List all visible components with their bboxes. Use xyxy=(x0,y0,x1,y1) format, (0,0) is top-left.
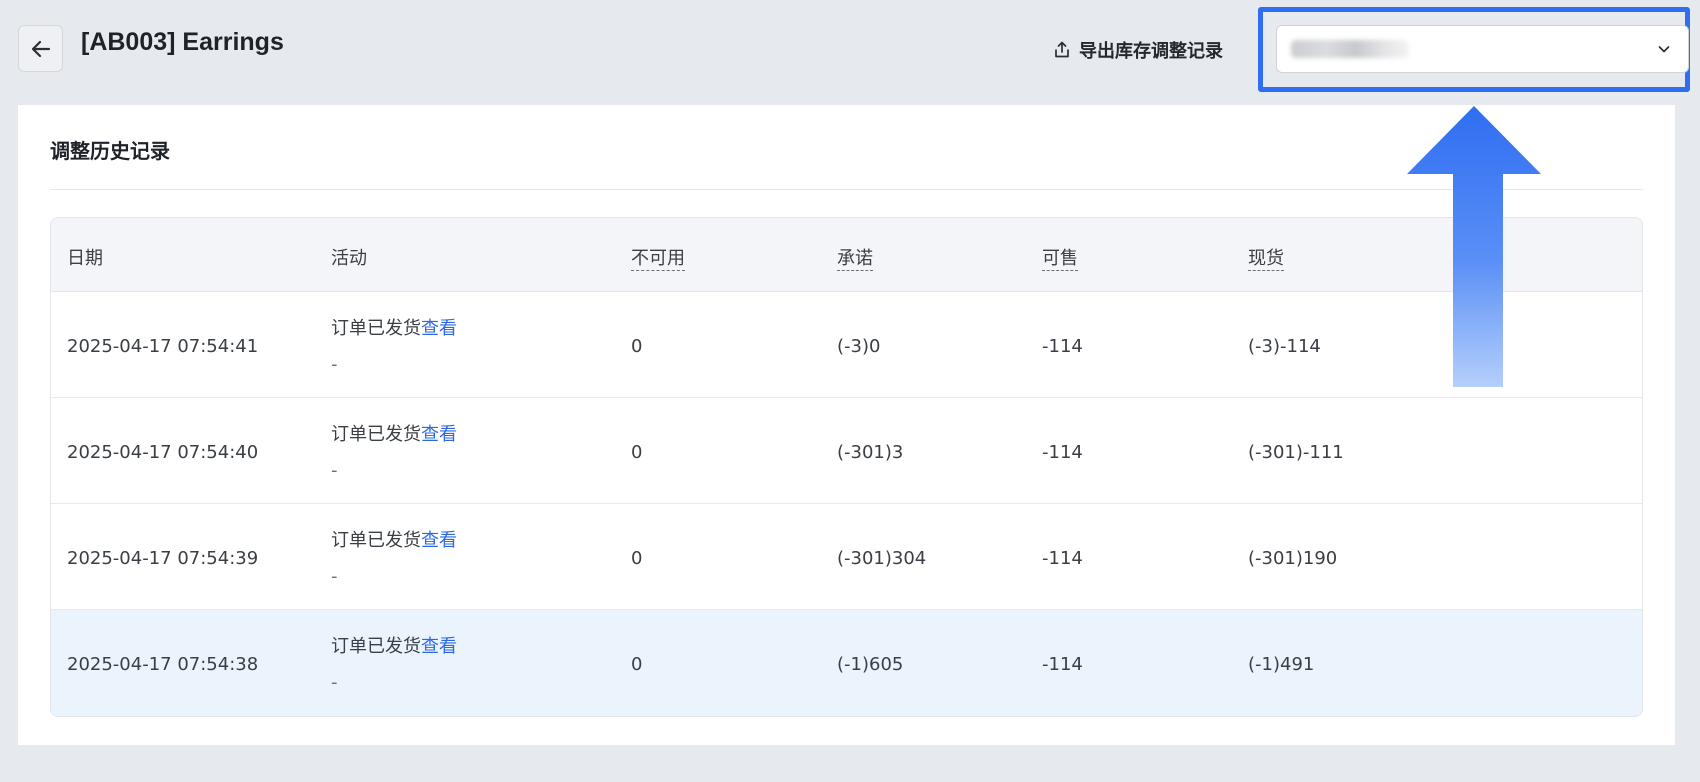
up-arrow-annotation xyxy=(1407,106,1541,387)
page-title: [AB003] Earrings xyxy=(81,28,284,56)
arrow-left-icon xyxy=(31,40,50,57)
column-header-available[interactable]: 可售 xyxy=(1042,244,1078,271)
cell-committed: (-301)304 xyxy=(837,548,927,569)
view-link[interactable]: 查看 xyxy=(421,318,457,339)
view-link[interactable]: 查看 xyxy=(421,636,457,657)
table-row: 2025-04-17 07:54:41 订单已发货查看 - 0 (-3)0 -11… xyxy=(51,292,1642,398)
cell-date: 2025-04-17 07:54:39 xyxy=(67,548,259,569)
back-button[interactable] xyxy=(18,25,63,72)
cell-on-hand: (-3)-114 xyxy=(1248,336,1321,357)
cell-activity: 订单已发货查看 - xyxy=(331,636,457,693)
table-header: 日期 活动 不可用 承诺 可售 现货 xyxy=(51,218,1642,292)
export-icon xyxy=(1055,41,1069,58)
cell-committed: (-3)0 xyxy=(837,336,881,357)
activity-note: - xyxy=(331,672,338,693)
cell-committed: (-1)605 xyxy=(837,654,904,675)
cell-activity: 订单已发货查看 - xyxy=(331,424,457,481)
cell-available: -114 xyxy=(1042,442,1083,463)
cell-date: 2025-04-17 07:54:41 xyxy=(67,336,259,357)
cell-unavailable: 0 xyxy=(631,336,643,357)
view-link[interactable]: 查看 xyxy=(421,530,457,551)
column-header-date: 日期 xyxy=(67,248,103,269)
table-row: 2025-04-17 07:54:39 订单已发货查看 - 0 (-301)304… xyxy=(51,504,1642,610)
store-select-value: ██████████ xyxy=(1291,40,1409,58)
cell-committed: (-301)3 xyxy=(837,442,904,463)
cell-date: 2025-04-17 07:54:40 xyxy=(67,442,259,463)
cell-on-hand: (-301)-111 xyxy=(1248,442,1344,463)
cell-activity: 订单已发货查看 - xyxy=(331,530,457,587)
export-label: 导出库存调整记录 xyxy=(1079,41,1223,62)
column-header-on-hand[interactable]: 现货 xyxy=(1248,244,1284,271)
cell-unavailable: 0 xyxy=(631,548,643,569)
table-row: 2025-04-17 07:54:40 订单已发货查看 - 0 (-301)3 -… xyxy=(51,398,1642,504)
card-title: 调整历史记录 xyxy=(50,139,170,163)
cell-activity: 订单已发货查看 - xyxy=(331,318,457,375)
column-header-committed[interactable]: 承诺 xyxy=(837,244,873,271)
cell-unavailable: 0 xyxy=(631,654,643,675)
cell-on-hand: (-301)190 xyxy=(1248,548,1338,569)
store-select[interactable]: ██████████ xyxy=(1276,25,1689,73)
view-link[interactable]: 查看 xyxy=(421,424,457,445)
column-header-activity: 活动 xyxy=(331,248,367,269)
table-row: 2025-04-17 07:54:38 订单已发货查看 - 0 (-1)605 -… xyxy=(51,610,1642,716)
activity-note: - xyxy=(331,460,338,481)
cell-on-hand: (-1)491 xyxy=(1248,654,1315,675)
top-bar: [AB003] Earrings 导出库存调整记录 ██████████ xyxy=(0,0,1700,100)
cell-available: -114 xyxy=(1042,654,1083,675)
cell-available: -114 xyxy=(1042,548,1083,569)
cell-available: -114 xyxy=(1042,336,1083,357)
activity-note: - xyxy=(331,354,338,375)
chevron-down-icon xyxy=(1656,41,1672,57)
activity-note: - xyxy=(331,566,338,587)
column-header-unavailable[interactable]: 不可用 xyxy=(631,244,685,271)
cell-unavailable: 0 xyxy=(631,442,643,463)
cell-date: 2025-04-17 07:54:38 xyxy=(67,654,259,675)
export-adjustment-button[interactable]: 导出库存调整记录 xyxy=(1052,37,1223,63)
